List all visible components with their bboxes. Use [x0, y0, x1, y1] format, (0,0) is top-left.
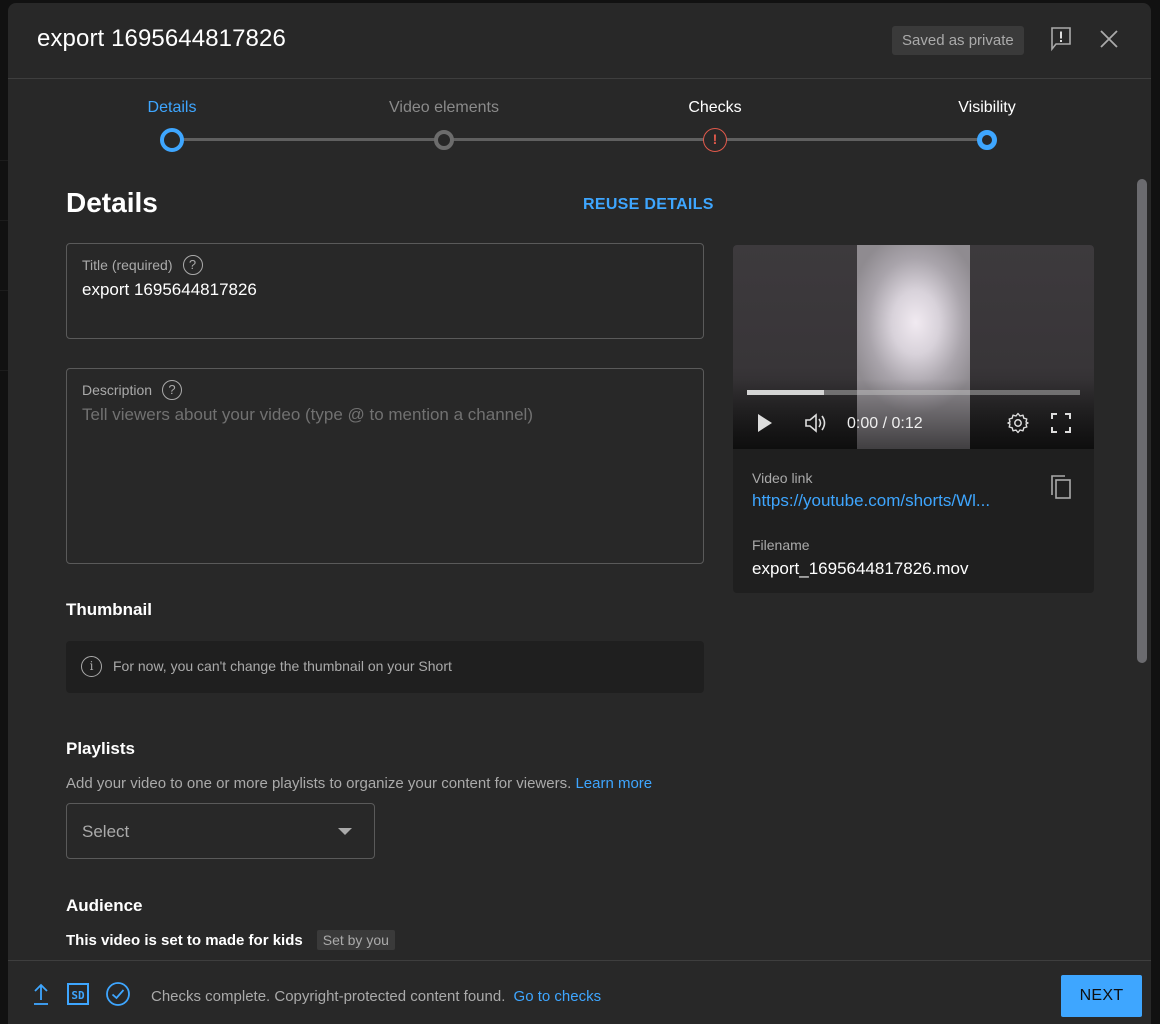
backdrop-divider — [0, 370, 8, 371]
audience-status: This video is set to made for kids Set b… — [66, 930, 395, 950]
thumbnail-notice-text: For now, you can't change the thumbnail … — [113, 658, 452, 674]
description-field[interactable]: Description ? — [66, 368, 704, 564]
video-preview-card: 0:00 / 0:12 Video link https://youtube.c… — [733, 245, 1094, 593]
help-icon[interactable]: ? — [162, 380, 183, 400]
step-details[interactable]: Details — [92, 79, 252, 152]
backdrop-divider — [0, 220, 8, 221]
audience-status-text: This video is set to made for kids — [66, 931, 303, 949]
upload-icon[interactable] — [30, 981, 52, 1012]
saved-status-badge: Saved as private — [892, 26, 1024, 55]
volume-icon[interactable] — [803, 411, 829, 440]
playlists-description-text: Add your video to one or more playlists … — [66, 775, 572, 792]
thumbnail-heading: Thumbnail — [66, 600, 152, 619]
fullscreen-icon[interactable] — [1049, 411, 1073, 440]
video-progress-bar[interactable] — [747, 390, 1080, 395]
backdrop-divider — [0, 290, 8, 291]
learn-more-link[interactable]: Learn more — [575, 775, 652, 792]
warning-icon: ! — [703, 128, 727, 152]
step-inactive-dot-icon — [434, 130, 454, 150]
title-label-text: Title (required) — [82, 257, 173, 273]
step-label: Checks — [688, 99, 742, 116]
step-label: Visibility — [958, 99, 1016, 116]
close-icon[interactable] — [1095, 25, 1123, 53]
details-content: Details REUSE DETAILS Title (required) ?… — [8, 169, 1138, 960]
title-input[interactable] — [82, 280, 682, 300]
step-label: Video elements — [389, 99, 499, 116]
video-link-label: Video link — [752, 470, 813, 486]
upload-stepper: Details Video elements Checks ! Visibili… — [8, 79, 1151, 169]
playlists-description: Add your video to one or more playlists … — [66, 775, 652, 792]
stepper-track — [172, 138, 987, 141]
dialog-footer: SD Checks complete. Copyright-protected … — [8, 960, 1151, 1024]
description-field-label: Description ? — [82, 380, 183, 400]
set-by-you-badge: Set by you — [316, 930, 395, 950]
title-field-label: Title (required) ? — [82, 255, 203, 275]
footer-status-text: Checks complete. Copyright-protected con… — [151, 988, 506, 1005]
description-label-text: Description — [82, 382, 153, 398]
dialog-header: export 1695644817826 Saved as private — [8, 3, 1151, 79]
section-heading: Details — [66, 187, 158, 218]
info-icon: i — [81, 656, 102, 677]
video-link[interactable]: https://youtube.com/shorts/Wl... — [752, 491, 1017, 511]
description-input[interactable] — [82, 405, 682, 545]
sd-quality-icon[interactable]: SD — [66, 981, 90, 1012]
step-visibility[interactable]: Visibility — [907, 79, 1067, 150]
playlist-select-value: Select — [82, 822, 130, 841]
audience-heading: Audience — [66, 896, 143, 915]
filename-label: Filename — [752, 537, 810, 553]
help-icon[interactable]: ? — [182, 255, 203, 275]
step-current-dot-icon — [160, 128, 184, 152]
thumbnail-notice: i For now, you can't change the thumbnai… — [66, 641, 704, 693]
next-button[interactable]: NEXT — [1061, 975, 1142, 1017]
dialog-title: export 1695644817826 — [37, 25, 286, 52]
video-progress-buffered — [747, 390, 824, 395]
caret-down-icon — [338, 828, 352, 835]
go-to-checks-link[interactable]: Go to checks — [514, 988, 602, 1005]
step-checks[interactable]: Checks ! — [635, 79, 795, 152]
sd-badge-text: SD — [71, 989, 85, 1002]
title-field[interactable]: Title (required) ? — [66, 243, 704, 339]
playlist-select[interactable]: Select — [66, 803, 375, 859]
checks-complete-icon[interactable] — [105, 981, 131, 1012]
content-scrollbar[interactable] — [1137, 179, 1147, 663]
video-time: 0:00 / 0:12 — [847, 415, 923, 432]
step-label: Details — [147, 99, 197, 116]
backdrop-divider — [0, 160, 8, 161]
footer-status: Checks complete. Copyright-protected con… — [151, 988, 601, 1005]
reuse-details-button[interactable]: REUSE DETAILS — [583, 196, 714, 214]
copy-icon[interactable] — [1049, 473, 1073, 501]
video-player[interactable]: 0:00 / 0:12 — [733, 245, 1094, 449]
step-current-dot-icon — [977, 130, 997, 150]
feedback-flag-icon[interactable] — [1047, 25, 1075, 53]
step-video-elements[interactable]: Video elements — [364, 79, 524, 150]
upload-dialog: export 1695644817826 Saved as private De… — [8, 3, 1151, 1024]
playlists-heading: Playlists — [66, 739, 135, 758]
settings-gear-icon[interactable] — [1006, 411, 1030, 440]
play-icon[interactable] — [755, 411, 775, 440]
filename-value: export_1695644817826.mov — [752, 559, 969, 578]
